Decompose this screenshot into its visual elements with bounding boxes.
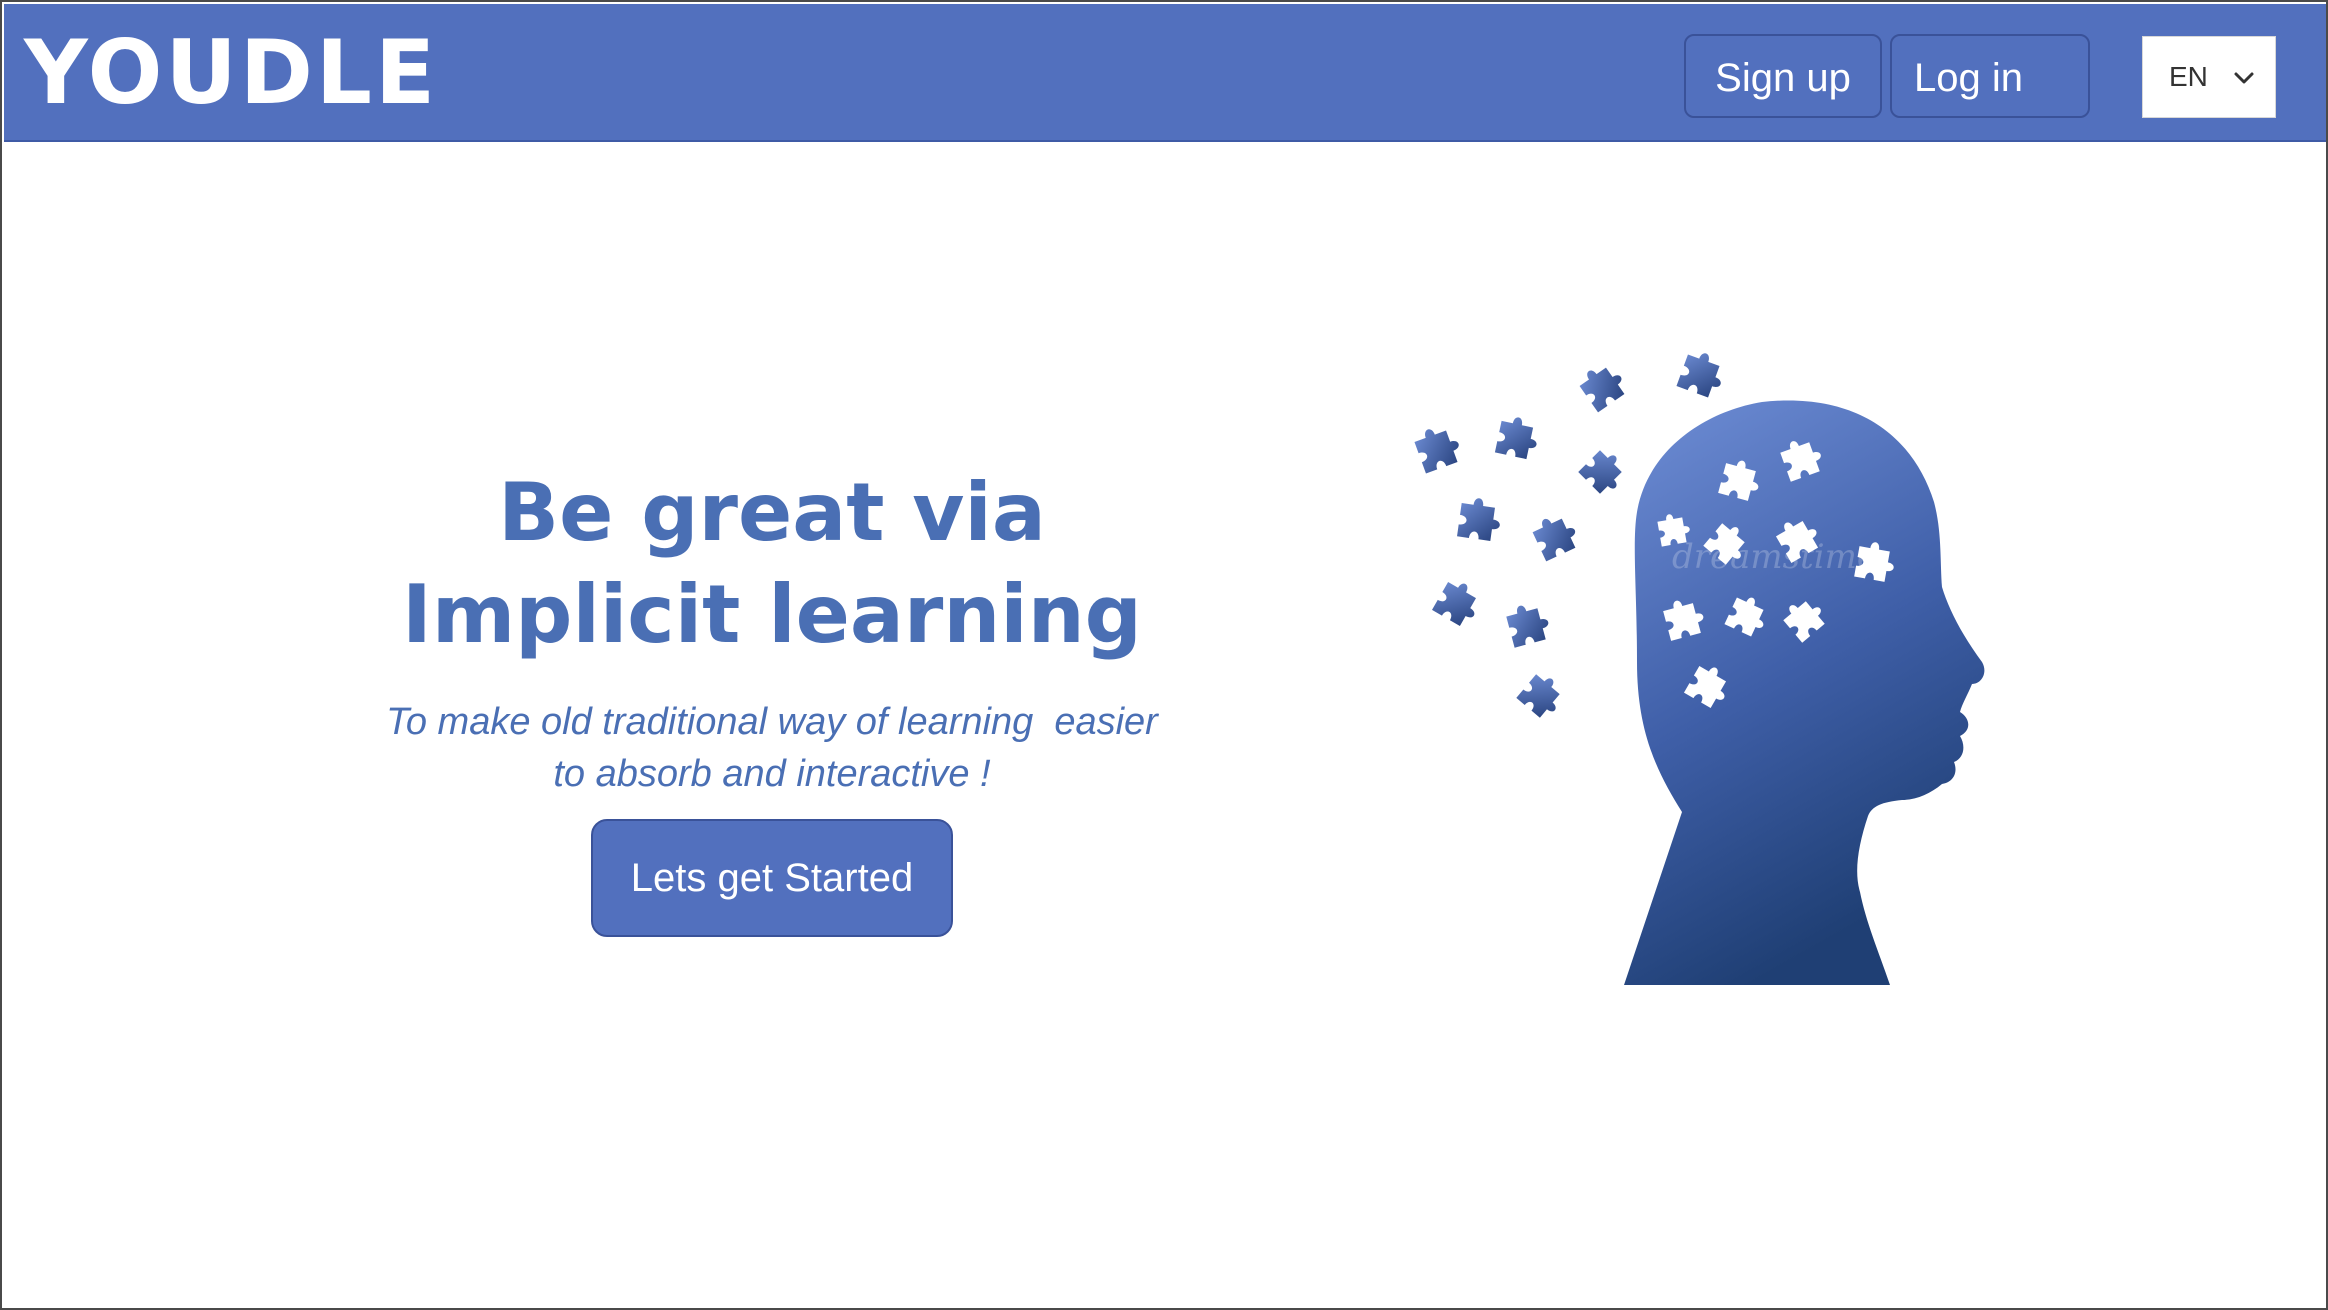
page-frame: YOUDLE Sign up Log in EN Be great via Im… — [0, 0, 2328, 1310]
top-navbar: YOUDLE Sign up Log in EN — [4, 4, 2326, 142]
get-started-button[interactable]: Lets get Started — [591, 819, 953, 937]
hero-subtitle: To make old traditional way of learning … — [272, 696, 1272, 800]
hero-title: Be great via Implicit learning — [272, 462, 1272, 666]
logo[interactable]: YOUDLE — [24, 18, 438, 128]
illustration-watermark: dreamstime — [1672, 537, 1877, 577]
chevron-down-icon — [2234, 72, 2254, 84]
hero-title-line-2: Implicit learning — [402, 568, 1142, 661]
head-puzzle-illustration: dreamstime — [1412, 347, 1985, 985]
head-silhouette — [1624, 400, 1985, 985]
login-button[interactable]: Log in — [1890, 34, 2090, 118]
hero-subtitle-line-2: to absorb and interactive ! — [553, 753, 991, 795]
language-select[interactable]: EN — [2142, 36, 2276, 118]
language-code: EN — [2169, 61, 2208, 92]
hero-title-line-1: Be great via — [498, 466, 1046, 559]
signup-button[interactable]: Sign up — [1684, 34, 1882, 118]
hero-subtitle-line-1: To make old traditional way of learning … — [386, 701, 1158, 743]
